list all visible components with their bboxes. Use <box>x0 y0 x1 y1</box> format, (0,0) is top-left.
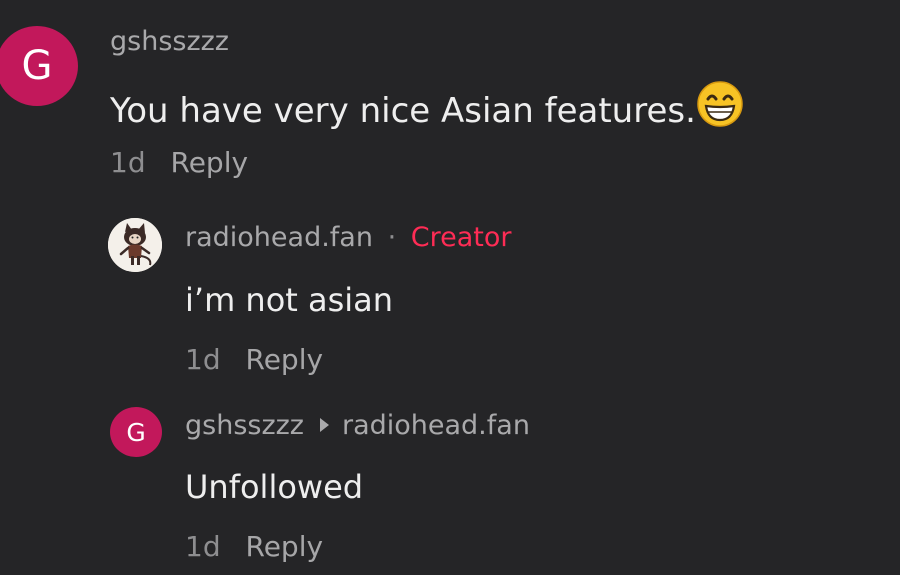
comment-username[interactable]: gshsszzz <box>185 410 304 441</box>
comment-text: i’m not asian <box>185 281 394 319</box>
comment-meta: 1d Reply <box>110 146 248 179</box>
reply-button[interactable]: Reply <box>246 530 324 563</box>
comment-time: 1d <box>185 343 221 376</box>
grinning-face-emoji-icon <box>696 80 744 137</box>
separator-dot: · <box>387 222 397 253</box>
avatar-letter: G <box>21 43 53 89</box>
avatar-letter: G <box>126 417 146 447</box>
comment-username-row: gshsszzz radiohead.fan <box>185 410 530 441</box>
comment-username[interactable]: gshsszzz <box>110 26 229 57</box>
reply-button[interactable]: Reply <box>246 343 324 376</box>
comment-meta: 1d Reply <box>185 530 323 563</box>
comment-username[interactable]: radiohead.fan <box>185 222 373 253</box>
avatar[interactable]: G <box>110 407 162 457</box>
comment-meta: 1d Reply <box>185 343 323 376</box>
reply-arrow-icon <box>319 417 329 432</box>
comment-text: You have very nice Asian features. <box>110 81 744 141</box>
creator-badge: Creator <box>410 222 512 253</box>
avatar[interactable] <box>108 218 162 272</box>
reply-to-username[interactable]: radiohead.fan <box>342 410 530 441</box>
avatar[interactable]: G <box>0 26 78 106</box>
comment-text: Unfollowed <box>185 468 364 506</box>
reply-button[interactable]: Reply <box>171 146 249 179</box>
comment-text-content: You have very nice Asian features. <box>110 91 696 131</box>
cat-figure-avatar-icon <box>108 218 162 272</box>
comment-username-row: radiohead.fan · Creator <box>185 222 511 253</box>
comment-time: 1d <box>185 530 221 563</box>
comment-time: 1d <box>110 146 146 179</box>
